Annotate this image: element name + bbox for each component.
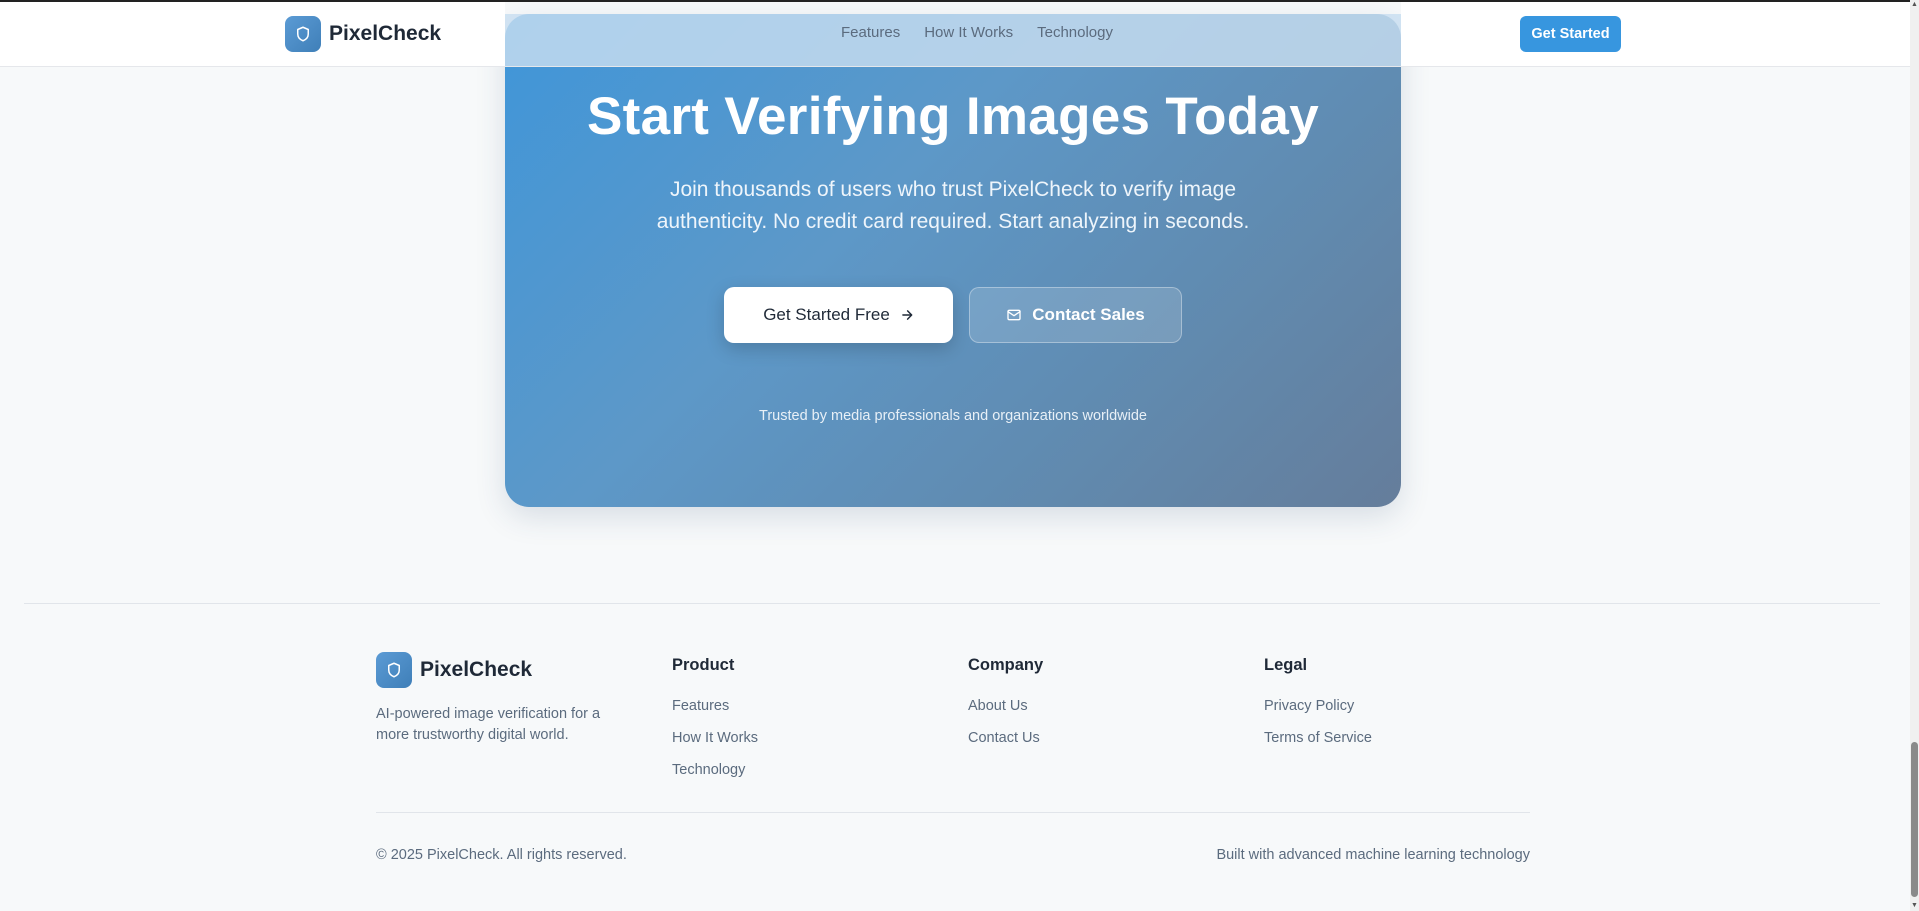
footer-heading-legal: Legal — [1264, 656, 1308, 674]
cta-subtitle: Join thousands of users who trust PixelC… — [656, 178, 1250, 233]
footer-heading-company: Company — [968, 656, 1044, 674]
get-started-free-label: Get Started Free — [763, 305, 890, 324]
footer-built-with: Built with advanced machine learning tec… — [1216, 847, 1530, 863]
footer-divider — [376, 812, 1530, 813]
trusted-note: Trusted by media professionals and organ… — [759, 408, 1147, 424]
shield-icon — [376, 652, 412, 688]
nav-technology[interactable]: Technology — [1037, 24, 1113, 41]
scrollbar-thumb[interactable] — [1911, 742, 1918, 897]
footer-link-contact-us[interactable]: Contact Us — [968, 729, 1043, 747]
footer-column-product: Product Features How It Works Technology — [672, 656, 758, 793]
contact-sales-button[interactable]: Contact Sales — [969, 287, 1182, 343]
footer-description: AI-powered image verification for a more… — [376, 706, 601, 743]
footer-link-features[interactable]: Features — [672, 697, 758, 715]
brand-name: PixelCheck — [329, 22, 442, 45]
arrow-right-icon — [902, 310, 913, 320]
footer-link-technology[interactable]: Technology — [672, 761, 758, 779]
window-top-border — [0, 0, 1919, 2]
main-nav: Features How It Works Technology — [841, 24, 1113, 41]
scroll-down-arrow-icon[interactable]: ▼ — [1910, 901, 1919, 911]
header-get-started-button[interactable]: Get Started — [1520, 16, 1621, 52]
cta-title: Start Verifying Images Today — [587, 87, 1319, 146]
nav-how-it-works[interactable]: How It Works — [924, 24, 1013, 41]
footer-link-about-us[interactable]: About Us — [968, 697, 1043, 715]
footer-link-how-it-works[interactable]: How It Works — [672, 729, 758, 747]
scroll-up-arrow-icon[interactable]: ▲ — [1910, 0, 1919, 10]
vertical-scrollbar[interactable]: ▲ ▼ — [1910, 0, 1919, 911]
site-footer: PixelCheck AI-powered image verification… — [24, 603, 1880, 911]
footer-link-privacy-policy[interactable]: Privacy Policy — [1264, 697, 1372, 715]
nav-features[interactable]: Features — [841, 24, 900, 41]
footer-copyright: © 2025 PixelCheck. All rights reserved. — [376, 847, 627, 863]
footer-heading-product: Product — [672, 656, 735, 674]
footer-column-legal: Legal Privacy Policy Terms of Service — [1264, 656, 1372, 761]
mail-icon — [1007, 309, 1021, 321]
site-header: PixelCheck Features How It Works Technol… — [0, 2, 1910, 67]
footer-link-terms-of-service[interactable]: Terms of Service — [1264, 729, 1372, 747]
footer-logo[interactable]: PixelCheck — [376, 652, 532, 688]
page: Start Verifying Images Today Join thousa… — [0, 0, 1919, 911]
get-started-free-button[interactable]: Get Started Free — [724, 287, 953, 343]
header-logo[interactable]: PixelCheck — [285, 16, 441, 52]
contact-sales-label: Contact Sales — [1032, 305, 1145, 324]
shield-icon — [285, 16, 321, 52]
footer-brand-name: PixelCheck — [420, 658, 533, 681]
footer-column-company: Company About Us Contact Us — [968, 656, 1043, 761]
cta-card: Start Verifying Images Today Join thousa… — [505, 14, 1401, 507]
